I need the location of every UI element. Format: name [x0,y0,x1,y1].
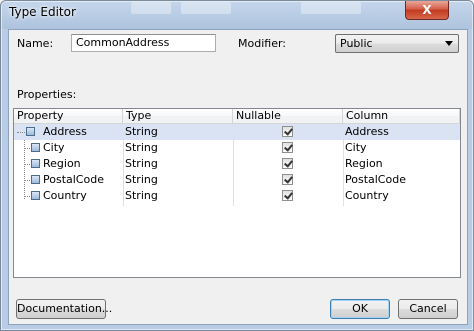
table-row[interactable]: Address String Address [14,124,460,140]
column-header-type[interactable]: Type [123,109,233,124]
property-type: String [125,141,158,154]
ok-button[interactable]: OK [330,299,390,319]
property-icon [31,191,40,200]
properties-label: Properties: [17,88,77,101]
property-name: PostalCode [43,173,104,186]
property-icon [31,159,40,168]
property-column: Region [345,157,383,170]
chevron-down-icon [445,41,453,46]
background-blur [131,2,171,14]
property-column: City [345,141,367,154]
nullable-checkbox[interactable] [282,126,293,137]
grid-header: Property Type Nullable Column [14,109,460,124]
documentation-button[interactable]: Documentation... [16,299,112,319]
property-type: String [125,173,158,186]
property-name: Region [43,157,81,170]
table-row[interactable]: Region String Region [14,156,460,172]
window-title: Type Editor [9,5,76,19]
nullable-checkbox[interactable] [282,174,293,185]
property-column: Country [345,189,389,202]
property-type: String [125,189,158,202]
modifier-value: Public [340,37,373,50]
close-icon: X [422,3,432,17]
property-icon [26,127,35,136]
column-header-nullable[interactable]: Nullable [233,109,343,124]
table-row[interactable]: Country String Country [14,188,460,204]
property-type: String [125,157,158,170]
column-header-property[interactable]: Property [14,109,123,124]
close-button[interactable]: X [405,1,449,20]
property-name: Country [43,189,87,202]
property-name: City [43,141,65,154]
type-editor-window: Type Editor X Name: CommonAddress Modifi… [0,0,474,331]
table-row[interactable]: City String City [14,140,460,156]
modifier-dropdown[interactable]: Public [335,34,459,53]
column-header-column[interactable]: Column [343,109,460,124]
nullable-checkbox[interactable] [282,142,293,153]
name-value: CommonAddress [76,36,170,49]
properties-grid[interactable]: Property Type Nullable Column Address St… [13,108,461,278]
nullable-checkbox[interactable] [282,158,293,169]
property-type: String [125,125,158,138]
dialog-body: Name: CommonAddress Modifier: Public Pro… [8,29,468,325]
background-blur [181,2,231,14]
table-row[interactable]: PostalCode String PostalCode [14,172,460,188]
name-field[interactable]: CommonAddress [71,34,216,52]
nullable-checkbox[interactable] [282,190,293,201]
property-column: PostalCode [345,173,406,186]
property-column: Address [345,125,389,138]
property-icon [31,143,40,152]
tree-connector [17,132,25,133]
background-blur [301,2,361,14]
property-icon [31,175,40,184]
property-name: Address [43,125,87,138]
title-bar[interactable]: Type Editor X [1,1,473,29]
cancel-button[interactable]: Cancel [398,299,458,319]
name-label: Name: [17,37,54,50]
modifier-label: Modifier: [238,37,286,50]
